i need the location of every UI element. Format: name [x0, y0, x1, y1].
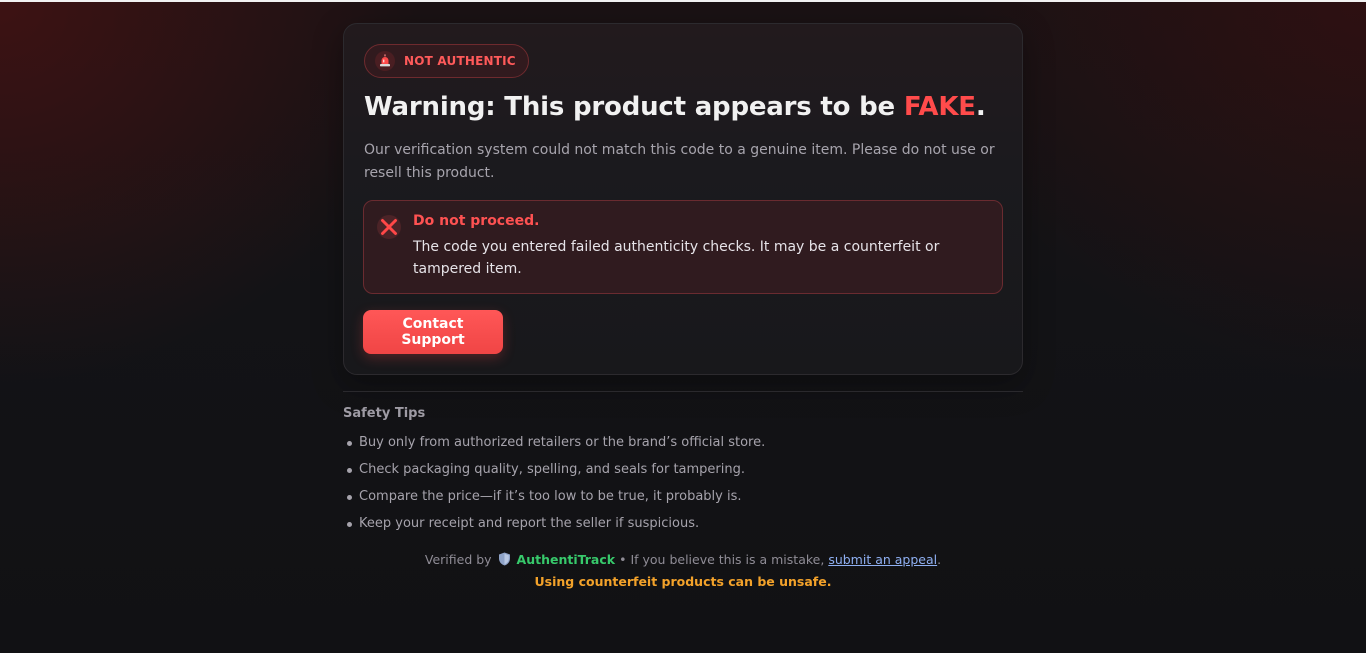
title-highlight-fake: FAKE [903, 92, 976, 122]
siren-icon [375, 51, 395, 71]
contact-support-button[interactable]: Contact Support [363, 310, 503, 354]
bullet-icon [347, 495, 352, 500]
title-suffix: . [975, 92, 986, 122]
alert-body: The code you entered failed authenticity… [413, 239, 940, 277]
safety-tips-title: Safety Tips [343, 406, 426, 421]
list-item: Buy only from authorized retailers or th… [343, 432, 765, 459]
footer: Verified by AuthentiTrack • If you belie… [343, 550, 1023, 592]
tip-text: Buy only from authorized retailers or th… [359, 435, 766, 450]
x-icon [377, 215, 401, 239]
verification-result-card: NOT AUTHENTIC Warning: This product appe… [343, 23, 1023, 375]
footer-verification-line: Verified by AuthentiTrack • If you belie… [343, 550, 1023, 572]
result-description: Our verification system could not match … [364, 142, 995, 181]
tip-text: Check packaging quality, spelling, and s… [359, 462, 746, 477]
tip-text: Compare the price—if it’s too low to be … [359, 489, 742, 504]
section-divider [343, 391, 1023, 392]
brand-name: AuthentiTrack [516, 552, 616, 567]
verified-by-label: Verified by [424, 552, 492, 567]
appeal-suffix: . [937, 552, 942, 567]
safety-warning: Using counterfeit products can be unsafe… [534, 574, 832, 589]
alert-box: Do not proceed. The code you entered fai… [363, 200, 1003, 294]
list-item: Compare the price—if it’s too low to be … [343, 486, 765, 513]
submit-appeal-link[interactable]: submit an appeal [828, 552, 937, 567]
status-badge-label: NOT AUTHENTIC [404, 54, 516, 68]
list-item: Check packaging quality, spelling, and s… [343, 459, 765, 486]
shield-icon [498, 552, 511, 572]
tip-text: Keep your receipt and report the seller … [359, 516, 700, 531]
page-title: Warning: This product appears to be FAKE… [364, 92, 986, 122]
bullet-icon [347, 468, 352, 473]
bullet-icon [347, 522, 352, 527]
bullet-icon [347, 441, 352, 446]
title-prefix: Warning: This product appears to be [364, 92, 904, 122]
list-item: Keep your receipt and report the seller … [343, 513, 765, 540]
alert-title: Do not proceed. [413, 213, 540, 229]
status-badge: NOT AUTHENTIC [364, 44, 529, 78]
mistake-text: If you believe this is a mistake, [630, 552, 825, 567]
safety-tips-list: Buy only from authorized retailers or th… [343, 432, 765, 540]
footer-separator: • [619, 552, 627, 567]
